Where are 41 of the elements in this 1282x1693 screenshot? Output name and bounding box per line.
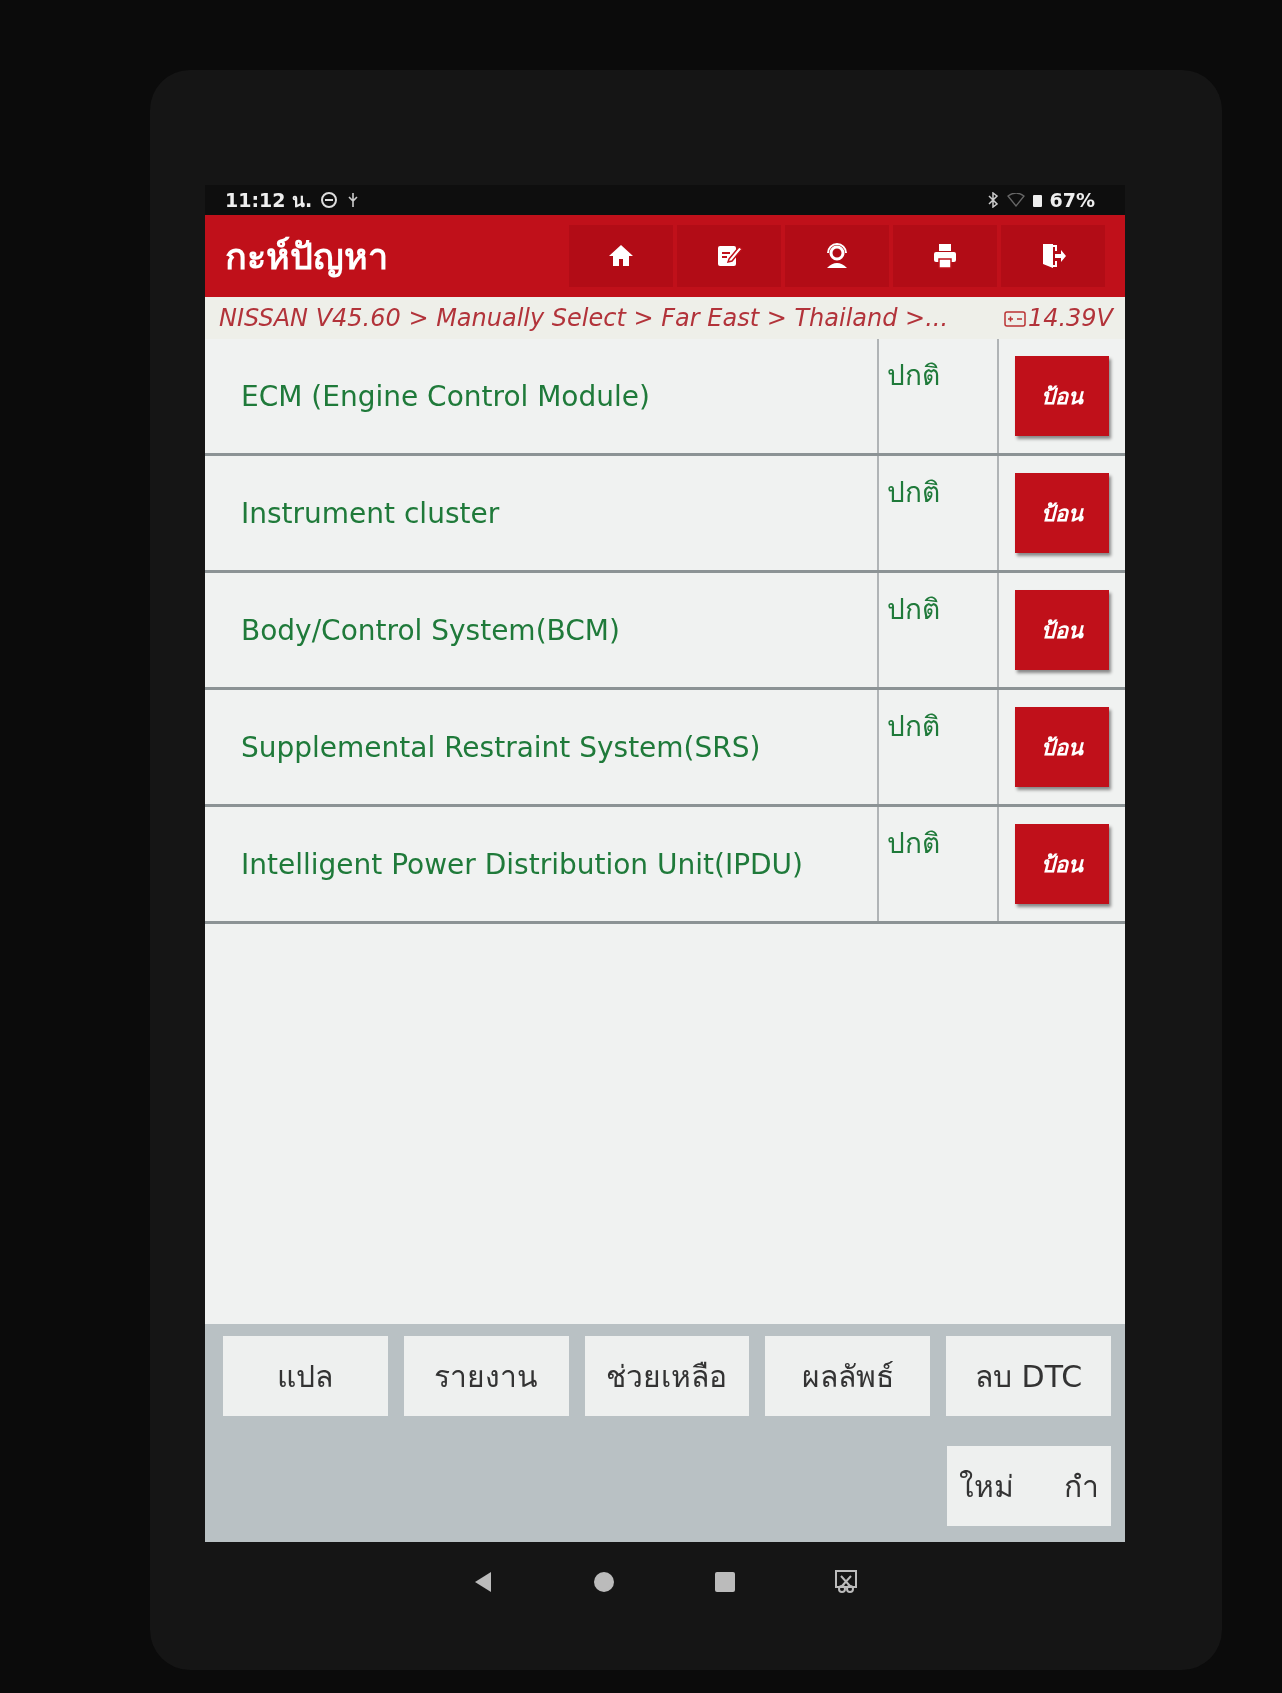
system-status: ปกติ [879, 339, 999, 453]
enter-button[interactable]: ป้อน [1015, 473, 1109, 553]
home-button[interactable] [569, 225, 673, 287]
battery-percent: 67% [1049, 189, 1095, 211]
voltage-reading: 14.39V [1027, 304, 1113, 332]
headset-button[interactable] [785, 225, 889, 287]
enter-button[interactable]: ป้อน [1015, 707, 1109, 787]
system-name: ECM (Engine Control Module) [205, 339, 879, 453]
toolbar-button[interactable]: แปล [223, 1336, 388, 1416]
do-not-disturb-icon [320, 191, 339, 209]
system-status: ปกติ [879, 690, 999, 804]
system-status: ปกติ [879, 573, 999, 687]
toolbar-button[interactable]: รายงาน [403, 1336, 569, 1416]
home-icon[interactable] [593, 1571, 615, 1593]
back-icon[interactable] [473, 1571, 493, 1593]
clock-text: 11:12 น. [225, 188, 313, 213]
breadcrumb-path: NISSAN V45.60 > Manually Select > Far East > Thailand >... [219, 304, 949, 332]
toolbar-button[interactable]: ผลลัพธ์ [765, 1336, 931, 1416]
edit-button[interactable] [677, 225, 781, 287]
enter-button[interactable]: ป้อน [1015, 824, 1109, 904]
enter-button[interactable]: ป้อน [1015, 590, 1109, 670]
toolbar-button[interactable]: ใหม่ กำ [947, 1446, 1111, 1526]
usb-icon [346, 192, 361, 208]
printer-icon [931, 242, 959, 270]
printer-button[interactable] [893, 225, 997, 287]
battery-voltage-icon [1003, 309, 1026, 327]
system-name: Supplemental Restraint System(SRS) [205, 690, 879, 804]
system-name: Intelligent Power Distribution Unit(IPDU) [205, 807, 879, 921]
system-status: ปกติ [879, 807, 999, 921]
wifi-icon [1006, 193, 1025, 207]
bluetooth-icon [986, 192, 999, 208]
exit-button[interactable] [1001, 225, 1105, 287]
enter-button[interactable]: ป้อน [1015, 356, 1109, 436]
system-status: ปกติ [879, 456, 999, 570]
system-name: Body/Control System(BCM) [205, 573, 879, 687]
system-name: Instrument cluster [205, 456, 879, 570]
scissors-icon[interactable] [835, 1570, 857, 1594]
toolbar-button[interactable]: ช่วยเหลือ [584, 1336, 750, 1416]
toolbar-button[interactable]: ลบ DTC [946, 1336, 1111, 1416]
battery-icon [1032, 193, 1042, 207]
page-title: กะห์ปัญหา [225, 234, 388, 280]
